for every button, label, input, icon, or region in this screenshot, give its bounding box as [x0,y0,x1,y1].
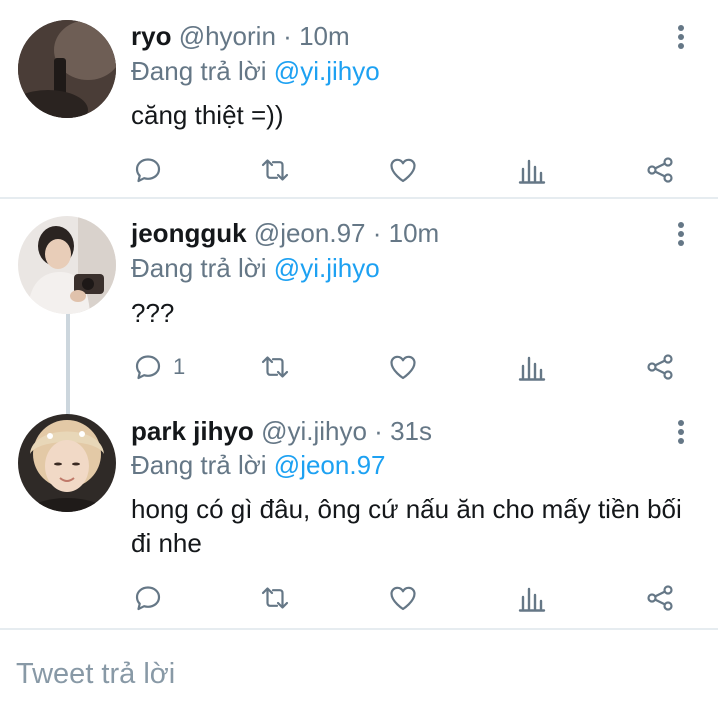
avatar-image [18,414,116,512]
tweet-header: park jihyo @yi.jihyo · 31s [131,415,432,447]
retweet-button[interactable] [260,349,290,385]
more-vertical-icon[interactable] [672,25,690,55]
replying-to: Đang trả lời @yi.jihyo [131,55,380,87]
avatar[interactable] [18,20,116,118]
tweet[interactable]: park jihyo @yi.jihyo · 31s Đang trả lời … [0,400,718,628]
tweet-actions [0,580,718,620]
reply-button[interactable] [133,580,173,616]
share-button[interactable] [645,349,675,385]
reply-count: 1 [173,354,186,379]
separator-dot: · [374,416,383,446]
user-handle[interactable]: @jeon.97 [254,218,366,248]
heart-icon [390,355,416,380]
avatar[interactable] [18,216,116,314]
reply-icon [135,355,161,380]
like-button[interactable] [388,580,418,616]
mention-link[interactable]: @jeon.97 [274,450,386,480]
more-vertical-icon[interactable] [672,420,690,450]
reply-button[interactable] [133,152,173,188]
display-name[interactable]: ryo [131,21,171,51]
analytics-icon [518,587,546,612]
mention-link[interactable]: @yi.jihyo [274,56,380,86]
display-name[interactable]: park jihyo [131,416,254,446]
tweet-text: ??? [131,298,175,328]
like-button[interactable] [388,349,418,385]
retweet-button[interactable] [260,152,290,188]
analytics-button[interactable] [517,152,547,188]
tweet-text: hong có gì đâu, ông cứ nấu ăn cho mấy ti… [131,494,682,558]
reply-icon [135,586,161,611]
replying-to-label: Đang trả lời [131,56,267,86]
tweet-actions: 1 [0,349,718,389]
analytics-button[interactable] [517,580,547,616]
analytics-icon [518,356,546,381]
analytics-icon [518,159,546,184]
avatar-image [18,216,116,314]
heart-icon [390,586,416,611]
replying-to-label: Đang trả lời [131,253,267,283]
retweet-icon [261,356,289,378]
replying-to: Đang trả lời @yi.jihyo [131,252,380,284]
timestamp[interactable]: 10m [299,21,350,51]
retweet-button[interactable] [260,580,290,616]
analytics-button[interactable] [517,349,547,385]
mention-link[interactable]: @yi.jihyo [274,253,380,283]
avatar-image [18,20,116,118]
share-button[interactable] [645,152,675,188]
retweet-icon [261,159,289,181]
share-icon [647,585,673,611]
separator-dot: · [283,21,292,51]
replying-to-label: Đang trả lời [131,450,267,480]
tweet-text: căng thiệt =)) [131,100,284,130]
share-icon [647,354,673,380]
divider [0,197,718,199]
retweet-icon [261,587,289,609]
user-handle[interactable]: @yi.jihyo [261,416,367,446]
reply-button[interactable]: 1 [133,349,185,385]
tweet-header: jeongguk @jeon.97 · 10m [131,217,439,249]
heart-icon [390,158,416,183]
share-button[interactable] [645,580,675,616]
share-icon [647,157,673,183]
reply-composer[interactable]: Tweet trả lời [0,630,718,718]
tweet-header: ryo @hyorin · 10m [131,20,350,52]
like-button[interactable] [388,152,418,188]
avatar[interactable] [18,414,116,512]
reply-input-placeholder[interactable]: Tweet trả lời [16,658,175,691]
separator-dot: · [372,218,382,248]
user-handle[interactable]: @hyorin [179,21,276,51]
tweet[interactable]: jeongguk @jeon.97 · 10m Đang trả lời @yi… [0,200,718,400]
timestamp[interactable]: 10m [389,218,440,248]
tweet[interactable]: ryo @hyorin · 10m Đang trả lời @yi.jihyo… [0,0,718,196]
display-name[interactable]: jeongguk [131,218,247,248]
reply-icon [135,158,161,183]
tweet-actions [0,152,718,192]
more-vertical-icon[interactable] [672,222,690,252]
replying-to: Đang trả lời @jeon.97 [131,449,386,481]
timestamp[interactable]: 31s [390,416,432,446]
